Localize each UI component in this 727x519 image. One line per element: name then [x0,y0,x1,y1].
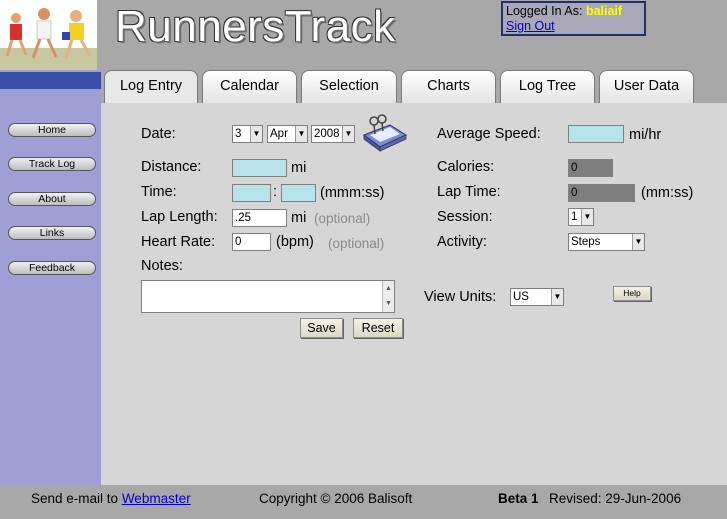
sign-out-link[interactable]: Sign Out [506,19,641,34]
time-separator: : [273,184,278,200]
calendar-icon[interactable] [360,113,410,155]
nav-home-button[interactable]: Home [8,123,96,137]
average-speed-label: Average Speed: [437,126,541,142]
average-speed-input[interactable] [568,125,624,143]
heart-rate-input[interactable] [232,233,271,251]
distance-input[interactable] [232,159,287,177]
lap-time-label: Lap Time: [437,184,501,200]
date-month-select[interactable]: Apr ▼ [267,125,308,143]
nav-top-bar [0,72,101,89]
webmaster-link[interactable]: Webmaster [122,491,191,506]
time-minutes-input[interactable] [232,184,271,202]
heart-rate-unit: (bpm) [276,234,314,250]
session-value: 1 [571,211,578,223]
tab-selection[interactable]: Selection [301,70,397,103]
calories-input [568,159,613,177]
nav-feedback-button[interactable]: Feedback [8,261,96,275]
distance-unit: mi [291,160,307,176]
login-status: Logged In As: baliaif [506,4,641,19]
header: RunnersTrack Logged In As: baliaif Sign … [0,0,727,70]
chevron-down-icon: ▼ [342,126,354,142]
chevron-down-icon: ▼ [581,209,593,225]
tab-calendar[interactable]: Calendar [202,70,297,103]
email-text: Send e-mail to [31,491,119,506]
lap-length-optional: (optional) [314,211,371,226]
date-year-select[interactable]: 2008 ▼ [311,125,355,143]
chevron-down-icon: ▼ [632,234,644,250]
notes-label: Notes: [141,258,183,274]
date-year-value: 2008 [314,128,340,140]
beta-label: Beta 1 [498,491,539,506]
average-speed-unit: mi/hr [629,127,662,143]
chevron-down-icon: ▼ [250,126,262,142]
time-seconds-input[interactable] [281,184,316,202]
username: baliaif [585,4,623,18]
session-label: Session: [437,209,493,225]
tab-user-data[interactable]: User Data [599,70,694,103]
chevron-down-icon: ▼ [551,289,563,305]
lap-time-input [568,184,635,202]
nav-track-log-button[interactable]: Track Log [8,157,96,171]
date-label: Date: [141,126,176,142]
heart-rate-optional: (optional) [328,236,385,251]
notes-scrollbar[interactable]: ▲ ▼ [382,281,394,312]
time-unit: (mmm:ss) [320,185,385,201]
time-label: Time: [141,184,177,200]
lap-length-input[interactable] [232,209,287,227]
heart-rate-label: Heart Rate: [141,234,216,250]
lap-length-unit: mi [291,210,307,226]
save-button[interactable]: Save [300,318,343,338]
login-box: Logged In As: baliaif Sign Out [501,1,646,36]
calories-label: Calories: [437,159,495,175]
session-select[interactable]: 1 ▼ [568,208,594,226]
tab-log-tree[interactable]: Log Tree [500,70,595,103]
date-day-select[interactable]: 3 ▼ [232,125,263,143]
activity-value: Steps [571,236,601,248]
footer: Send e-mail to Webmaster Copyright © 200… [0,485,727,519]
log-entry-form: Date: 3 ▼ Apr ▼ 2008 ▼ Distance: mi Time… [101,103,727,485]
runners-logo-icon [0,0,97,70]
left-nav: Home Track Log About Links Feedback [0,70,101,485]
distance-label: Distance: [141,159,202,175]
date-month-value: Apr [270,128,288,140]
tab-charts[interactable]: Charts [401,70,496,103]
help-button[interactable]: Help [613,286,651,301]
revised-date: Revised: 29-Jun-2006 [549,491,682,506]
reset-button[interactable]: Reset [353,318,403,338]
logged-in-label: Logged In As: [506,4,583,18]
scroll-up-icon[interactable]: ▲ [383,281,394,296]
scroll-down-icon[interactable]: ▼ [383,296,394,311]
lap-time-unit: (mm:ss) [641,185,694,201]
lap-length-label: Lap Length: [141,209,218,225]
view-units-value: US [513,291,529,303]
date-day-value: 3 [235,128,242,140]
tab-bar: Log Entry Calendar Selection Charts Log … [101,70,727,103]
chevron-down-icon: ▼ [295,126,307,142]
nav-about-button[interactable]: About [8,192,96,206]
site-title: RunnersTrack [115,2,396,51]
nav-links-button[interactable]: Links [8,226,96,240]
activity-select[interactable]: Steps ▼ [568,233,645,251]
view-units-select[interactable]: US ▼ [510,288,564,306]
copyright: Copyright © 2006 Balisoft [259,491,413,506]
activity-label: Activity: [437,234,487,250]
tab-log-entry[interactable]: Log Entry [104,70,198,103]
footer-email: Send e-mail to Webmaster [31,491,191,506]
notes-textarea[interactable]: ▲ ▼ [141,280,395,313]
view-units-label: View Units: [424,289,497,305]
